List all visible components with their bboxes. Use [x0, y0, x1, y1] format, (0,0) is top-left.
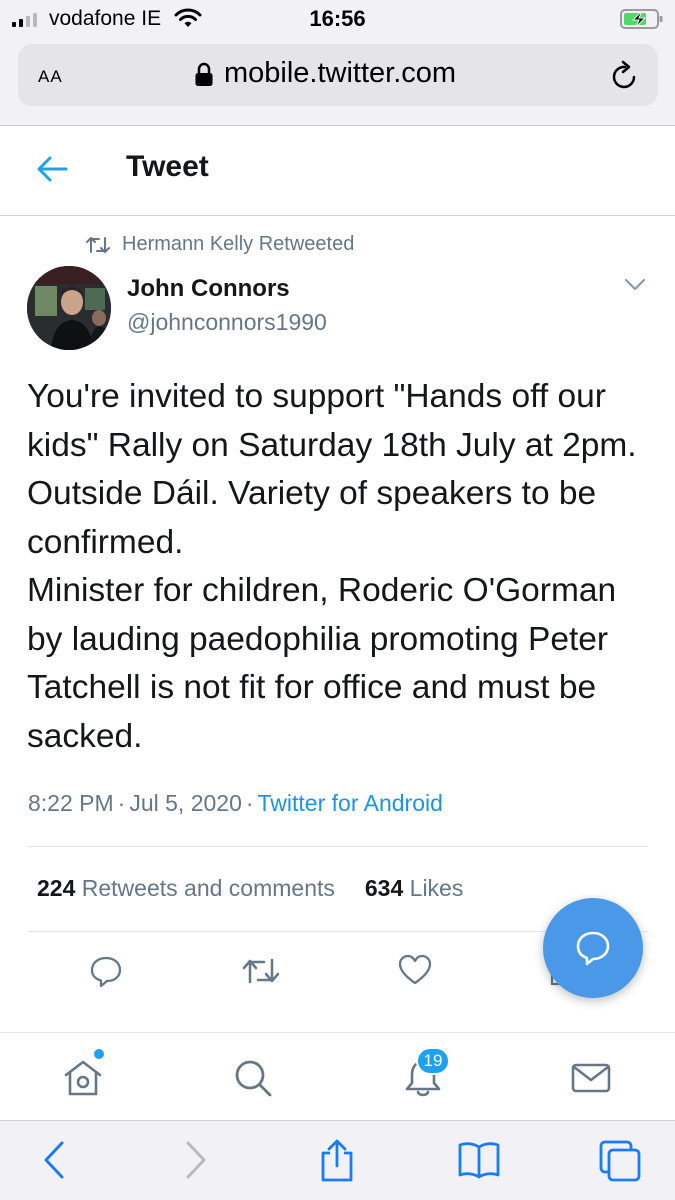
author-display-name[interactable]: John Connors	[127, 275, 290, 303]
bookmarks-icon[interactable]	[457, 1139, 501, 1179]
retweeted-by-text: Hermann Kelly Retweeted	[122, 233, 355, 255]
messages-envelope-icon[interactable]	[570, 1057, 612, 1099]
tweet-stats: 224 Retweets and comments 634 Likes	[37, 875, 463, 902]
page-title: Tweet	[126, 150, 209, 183]
divider	[27, 846, 648, 847]
share-icon[interactable]	[318, 1139, 356, 1183]
retweet-action-icon[interactable]	[242, 954, 280, 988]
text-size-button[interactable]: AA	[38, 61, 63, 89]
reload-icon[interactable]	[610, 60, 640, 92]
author-handle[interactable]: @johnconnors1990	[127, 309, 327, 336]
back-icon[interactable]	[40, 1139, 70, 1181]
tabs-icon[interactable]	[598, 1139, 642, 1183]
compose-message-button[interactable]	[543, 898, 643, 998]
likes-stat[interactable]: 634 Likes	[365, 875, 463, 901]
tweet-meta: 8:22 PM · Jul 5, 2020 · Twitter for Android	[28, 790, 443, 816]
notifications-badge: 19	[416, 1047, 450, 1075]
address-bar[interactable]: AA mobile.twitter.com	[18, 44, 658, 106]
tweet-date[interactable]: Jul 5, 2020	[129, 790, 242, 816]
retweets-stat[interactable]: 224 Retweets and comments	[37, 875, 335, 901]
lock-icon	[195, 62, 213, 86]
home-unread-dot	[94, 1049, 104, 1059]
tweet-source-link[interactable]: Twitter for Android	[258, 790, 443, 816]
forward-icon[interactable]	[180, 1139, 210, 1181]
bottom-navigation: 19	[0, 1032, 675, 1120]
reply-icon[interactable]	[89, 954, 123, 988]
browser-toolbar	[0, 1120, 675, 1200]
avatar[interactable]	[27, 266, 111, 350]
tweet-time: 8:22 PM	[28, 790, 114, 816]
like-icon[interactable]	[398, 954, 432, 986]
compose-message-icon	[576, 931, 610, 966]
home-icon[interactable]	[62, 1057, 104, 1099]
tweet-text: You're invited to support "Hands off our…	[27, 378, 637, 755]
search-icon[interactable]	[232, 1057, 274, 1099]
avatar-photo	[27, 266, 111, 350]
retweet-icon	[86, 236, 110, 253]
back-arrow-icon[interactable]	[36, 155, 68, 183]
retweeted-by-line[interactable]: Hermann Kelly Retweeted	[86, 233, 354, 256]
battery-charging-icon	[620, 9, 663, 29]
browser-address-area: AA mobile.twitter.com	[0, 38, 675, 126]
status-time: 16:56	[309, 6, 366, 31]
status-bar: vodafone IE 16:56	[0, 0, 675, 38]
url-text: mobile.twitter.com	[224, 57, 457, 89]
chevron-down-icon[interactable]	[624, 278, 646, 292]
tweet-page-header: Tweet	[0, 126, 675, 216]
